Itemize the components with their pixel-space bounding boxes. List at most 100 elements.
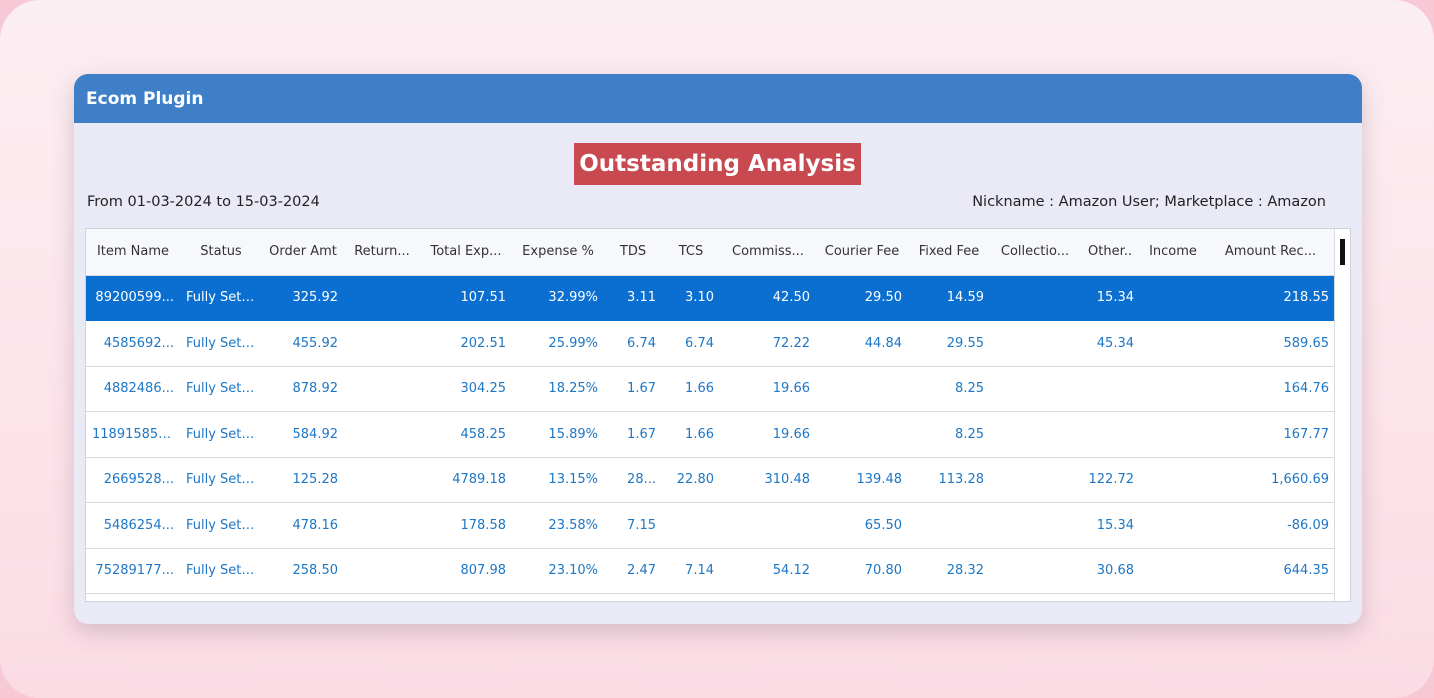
- vertical-scrollbar[interactable]: [1334, 229, 1350, 601]
- table-cell: [344, 502, 420, 549]
- table-cell: 23.10%: [512, 548, 604, 594]
- table-cell: 6.74: [662, 320, 720, 367]
- date-range: From 01-03-2024 to 15-03-2024: [87, 194, 320, 210]
- table-cell: 1.67: [604, 411, 662, 458]
- table-cell: 458.25: [420, 411, 512, 458]
- table-cell: 19.66: [720, 411, 816, 458]
- table-cell: [990, 275, 1080, 321]
- table-cell: 4789.18: [420, 457, 512, 503]
- table-cell: Fully Settled: [180, 366, 262, 412]
- table-cell: 878.92: [262, 366, 344, 412]
- table-cell: [1140, 366, 1206, 412]
- table-cell: 72.22: [720, 320, 816, 367]
- table-header-row: Item Name Status Order Amt Return... Total E…: [86, 229, 1335, 276]
- report-title: Outstanding Analysis: [574, 143, 861, 185]
- column-header[interactable]: Commiss...: [720, 229, 816, 276]
- table-cell: 164.76: [1206, 366, 1335, 412]
- nickname-marketplace: Nickname : Amazon User; Marketplace : Am…: [972, 194, 1326, 210]
- table-cell: 8.25: [908, 366, 990, 412]
- table-cell: 4882486...: [86, 366, 180, 412]
- window-titlebar: Ecom Plugin: [74, 74, 1362, 123]
- table-cell: 178.58: [420, 502, 512, 549]
- table-cell: 23.58%: [512, 502, 604, 549]
- column-header[interactable]: TDS: [604, 229, 662, 276]
- table-cell: 1.67: [604, 366, 662, 412]
- column-header[interactable]: Total Exp...: [420, 229, 512, 276]
- column-header[interactable]: Courier Fee: [816, 229, 908, 276]
- table-cell: 167.77: [1206, 411, 1335, 458]
- table-cell: [1140, 411, 1206, 458]
- column-header[interactable]: Fixed Fee: [908, 229, 990, 276]
- table-cell: 478.16: [262, 502, 344, 549]
- column-header[interactable]: TCS: [662, 229, 720, 276]
- table-cell: 15.89%: [512, 411, 604, 458]
- column-header[interactable]: Status: [180, 229, 262, 276]
- table-cell: 29.55: [908, 320, 990, 367]
- window-title: Ecom Plugin: [86, 88, 204, 109]
- table-cell: 30.68: [1080, 548, 1140, 594]
- table-cell: [344, 548, 420, 594]
- table-cell: [908, 502, 990, 549]
- table-cell: [1140, 502, 1206, 549]
- column-header[interactable]: Amount Rec...: [1206, 229, 1335, 276]
- column-header[interactable]: Other..: [1080, 229, 1140, 276]
- table-cell: 807.98: [420, 548, 512, 594]
- table-cell: 139.48: [816, 457, 908, 503]
- table-cell: [1140, 457, 1206, 503]
- table-cell: Fully Settled: [180, 320, 262, 367]
- table-cell: [990, 411, 1080, 458]
- table-cell: [344, 411, 420, 458]
- table-cell: 14.59: [908, 275, 990, 321]
- table-row[interactable]: 75289177... Fully Settled 258.50 807.98 23.1…: [86, 548, 1335, 594]
- table-row[interactable]: 118915854... Fully Settled 584.92 458.25 15.…: [86, 411, 1335, 458]
- table-cell: 70.80: [816, 548, 908, 594]
- table-row[interactable]: 4585692... Fully Settled 455.92 202.51 25.99…: [86, 320, 1335, 367]
- table-cell: 3.10: [662, 275, 720, 321]
- table-cell: [720, 502, 816, 549]
- table-cell: 89200599...: [86, 275, 180, 321]
- table-cell: 65.50: [816, 502, 908, 549]
- table-row[interactable]: 89200599... Fully Settled 325.92 107.51 32.9…: [86, 275, 1335, 321]
- table-cell: 5486254...: [86, 502, 180, 549]
- table-cell: 258.50: [262, 548, 344, 594]
- column-header[interactable]: Income: [1140, 229, 1206, 276]
- table-cell: [344, 275, 420, 321]
- table-cell: 22.80: [662, 457, 720, 503]
- table-cell: Fully Settled: [180, 411, 262, 458]
- table-row[interactable]: 5486254... Fully Settled 478.16 178.58 23.58…: [86, 502, 1335, 549]
- table-cell: 1.66: [662, 366, 720, 412]
- table-cell: [1080, 411, 1140, 458]
- table-cell: 28.32: [908, 548, 990, 594]
- table-cell: Fully Settled: [180, 457, 262, 503]
- scrollbar-thumb[interactable]: [1340, 239, 1345, 265]
- table-cell: [344, 457, 420, 503]
- table-cell: 28...: [604, 457, 662, 503]
- column-header[interactable]: Item Name: [86, 229, 180, 276]
- table-cell: [1140, 275, 1206, 321]
- table-cell: 6.74: [604, 320, 662, 367]
- column-header[interactable]: Collectio...: [990, 229, 1080, 276]
- table-cell: 15.34: [1080, 275, 1140, 321]
- table-cell: 113.28: [908, 457, 990, 503]
- table-cell: [816, 366, 908, 412]
- column-header[interactable]: Order Amt: [262, 229, 344, 276]
- table-cell: [1140, 548, 1206, 594]
- table-cell: 25.99%: [512, 320, 604, 367]
- table-cell: Fully Settled: [180, 275, 262, 321]
- table-cell: 4585692...: [86, 320, 180, 367]
- column-header[interactable]: Expense %: [512, 229, 604, 276]
- table-cell: 45.34: [1080, 320, 1140, 367]
- table-cell: 584.92: [262, 411, 344, 458]
- table-cell: 218.55: [1206, 275, 1335, 321]
- table-cell: [990, 457, 1080, 503]
- table-cell: 54.12: [720, 548, 816, 594]
- table-row[interactable]: 4882486... Fully Settled 878.92 304.25 18.25…: [86, 366, 1335, 412]
- column-header[interactable]: Return...: [344, 229, 420, 276]
- table-cell: [990, 320, 1080, 367]
- table-cell: [816, 411, 908, 458]
- table-cell: 310.48: [720, 457, 816, 503]
- outstanding-table: Item Name Status Order Amt Return... Total E…: [86, 229, 1335, 594]
- table-cell: 7.15: [604, 502, 662, 549]
- table-row[interactable]: 2669528... Fully Settled 125.28 4789.18 13.1…: [86, 457, 1335, 503]
- table-cell: 42.50: [720, 275, 816, 321]
